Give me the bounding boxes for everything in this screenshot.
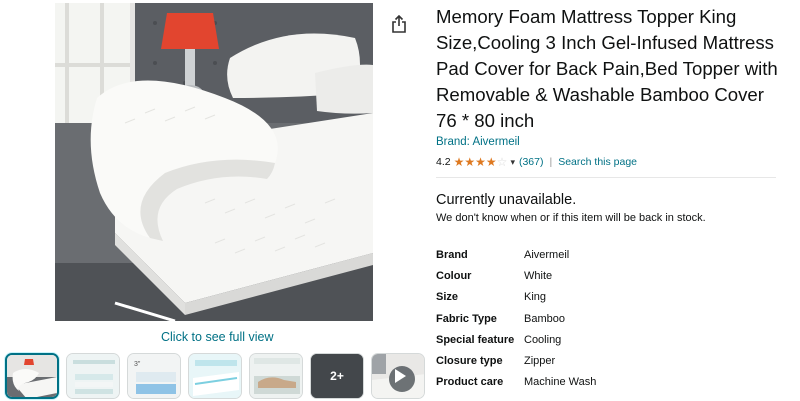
spec-row-size: Size King — [436, 287, 736, 308]
spec-row-fabric-type: Fabric Type Bamboo — [436, 308, 736, 329]
thumbnail-strip: 3" 2+ — [5, 353, 425, 401]
spec-row-brand: Brand Aivermeil — [436, 244, 736, 265]
thumbnail-cooling-gel[interactable] — [188, 353, 242, 399]
availability-note: We don't know when or if this item will … — [436, 212, 706, 224]
availability-status: Currently unavailable. — [436, 192, 577, 208]
spec-row-closure-type: Closure type Zipper — [436, 350, 736, 371]
main-product-image[interactable] — [55, 3, 373, 321]
thumbnail-main-topper[interactable] — [5, 353, 59, 399]
search-this-page-link[interactable]: Search this page — [558, 156, 637, 168]
chevron-down-icon[interactable]: ▾ — [510, 157, 515, 168]
product-title: Memory Foam Mattress Topper King Size,Co… — [436, 6, 778, 131]
thumbnail-three-inch-detail[interactable]: 3" — [127, 353, 181, 399]
spec-value: Aivermeil — [524, 248, 570, 261]
spec-row-product-care: Product care Machine Wash — [436, 372, 736, 393]
spec-key: Size — [436, 291, 459, 304]
star-icon: ★ — [485, 155, 497, 169]
thumbnail-layers-diagram[interactable] — [66, 353, 120, 399]
divider — [436, 177, 776, 178]
star-icon: ★ — [475, 155, 486, 169]
share-icon[interactable] — [385, 10, 413, 38]
rating-row: 4.2 ★ ★ ★ ★ ☆ ▾ (367) | Search this page — [436, 155, 637, 169]
spec-key: Colour — [436, 269, 472, 282]
spec-key: Special feature — [436, 333, 515, 346]
more-images-label: 2+ — [330, 369, 344, 383]
thumbnail-bedroom-lifestyle[interactable] — [249, 353, 303, 399]
star-icon: ★ — [464, 155, 476, 169]
svg-text:3": 3" — [134, 361, 141, 368]
star-icon: ★ — [453, 155, 465, 169]
star-empty-icon: ☆ — [496, 155, 508, 169]
spec-row-colour: Colour White — [436, 265, 736, 286]
rating-value: 4.2 — [436, 156, 451, 168]
star-rating[interactable]: ★ ★ ★ ★ ☆ — [454, 156, 508, 168]
spec-key: Brand — [436, 248, 468, 261]
spec-key: Product care — [436, 376, 504, 389]
spec-value: Zipper — [524, 355, 556, 368]
spec-value: White — [524, 269, 553, 282]
full-view-link[interactable]: Click to see full view — [161, 330, 274, 344]
spec-value: King — [524, 291, 547, 304]
play-icon — [374, 354, 424, 398]
thumbnail-more-images[interactable]: 2+ — [310, 353, 364, 399]
spec-value: Cooling — [524, 333, 562, 346]
thumbnail-video[interactable] — [371, 353, 425, 399]
spec-key: Fabric Type — [436, 312, 497, 325]
spec-value: Bamboo — [524, 312, 565, 325]
product-spec-table: Brand Aivermeil Colour White Size King F… — [436, 244, 736, 393]
separator: | — [549, 156, 553, 168]
brand-link[interactable]: Brand: Aivermeil — [436, 136, 520, 148]
spec-key: Closure type — [436, 355, 503, 368]
spec-row-special-feature: Special feature Cooling — [436, 329, 736, 350]
review-count-link[interactable]: (367) — [519, 156, 544, 168]
spec-value: Machine Wash — [524, 376, 597, 389]
